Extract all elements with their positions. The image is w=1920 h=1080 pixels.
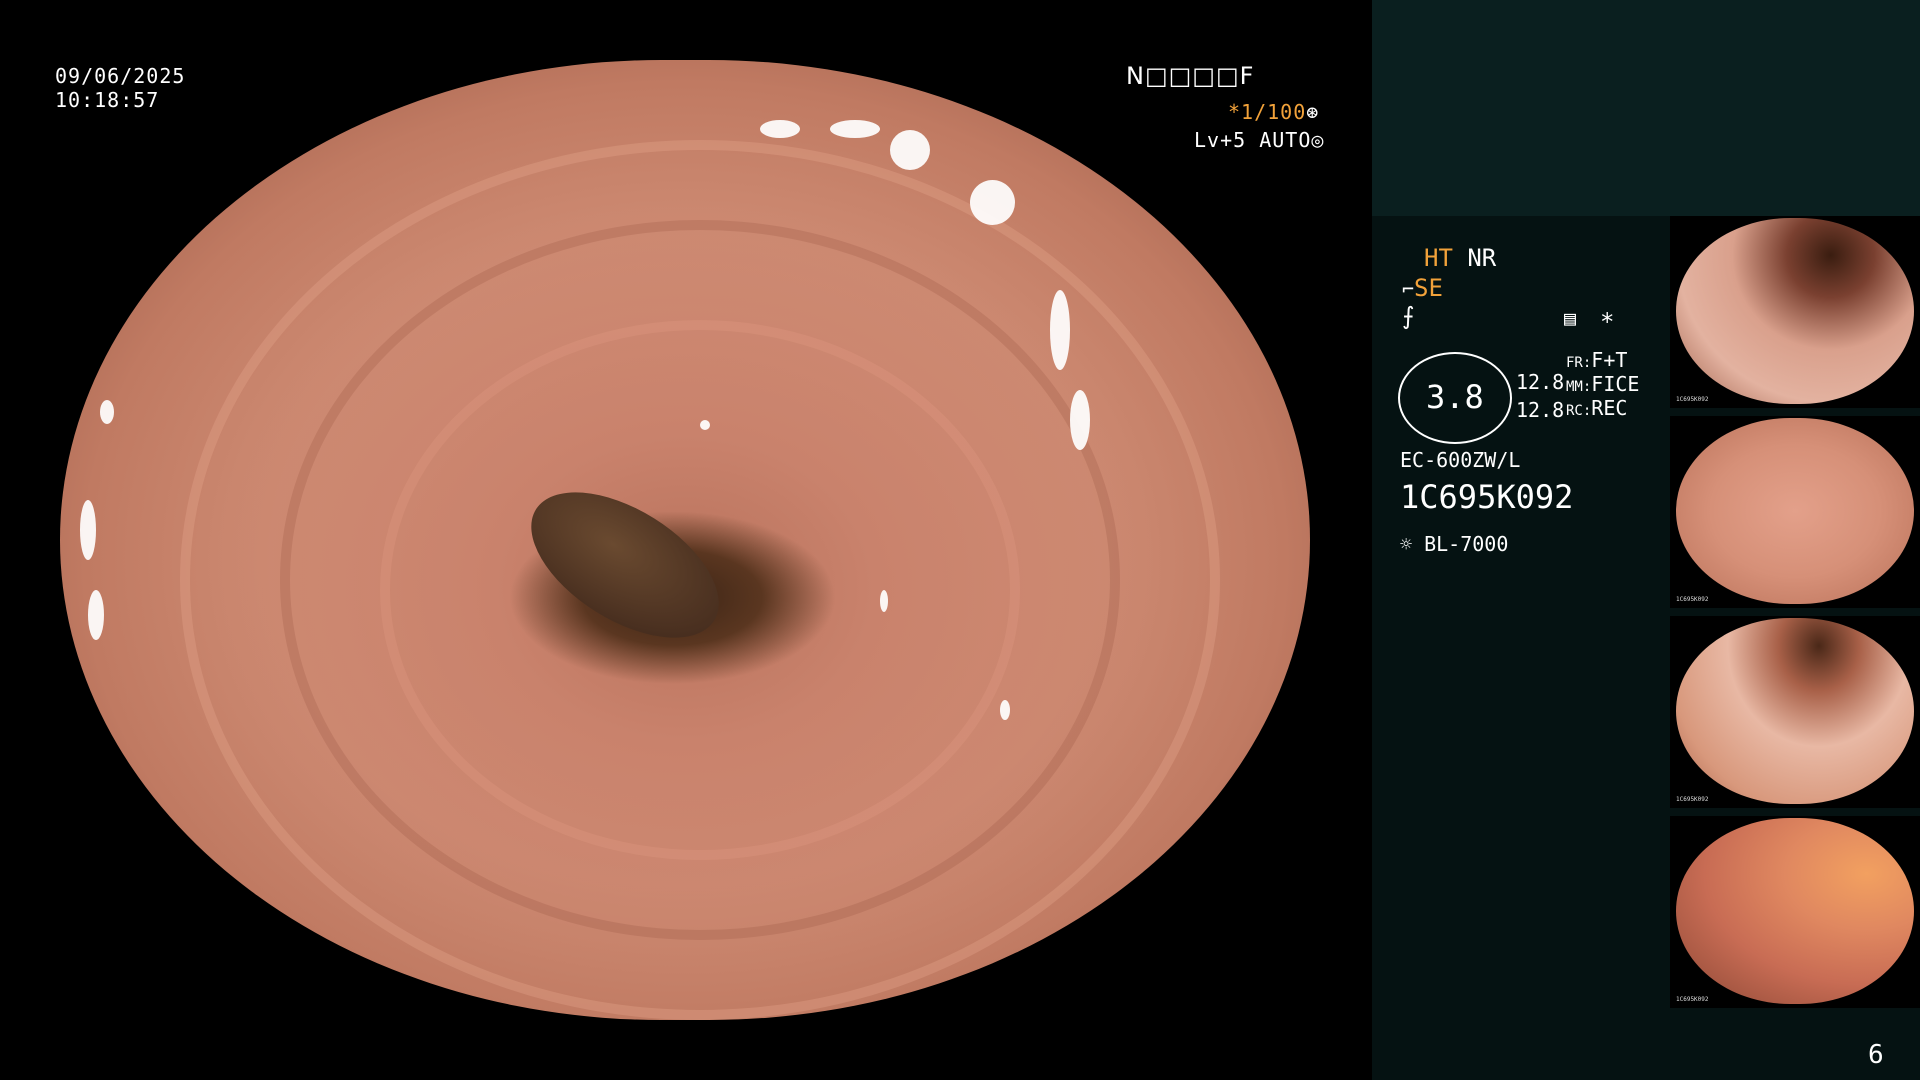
filter-icon: ⨍ bbox=[1402, 302, 1415, 330]
magnification-indicator: 3.8 bbox=[1398, 352, 1512, 444]
mm-value: FICE bbox=[1591, 372, 1640, 396]
se-text: SE bbox=[1414, 274, 1443, 302]
star-label: * bbox=[1600, 308, 1615, 336]
thumbnail-3[interactable]: 1C695K092 bbox=[1670, 616, 1920, 808]
specular-highlight bbox=[700, 420, 710, 430]
specular-highlight bbox=[80, 500, 96, 560]
thumbnail-serial: 1C695K092 bbox=[1676, 996, 1709, 1003]
rc-row: RC:REC bbox=[1566, 396, 1627, 420]
specular-highlight bbox=[890, 130, 930, 170]
mm-label: MM: bbox=[1566, 379, 1592, 395]
side-panel: HT NR ⌐SE ⨍ ▤ * 3.8 12.8 12.8 FR:F+T MM:… bbox=[1372, 0, 1920, 1080]
specular-highlight bbox=[880, 590, 888, 612]
thumbnail-serial: 1C695K092 bbox=[1676, 796, 1709, 803]
specular-highlight bbox=[760, 120, 800, 138]
fr-label: FR: bbox=[1566, 355, 1592, 371]
value-two: 12.8 bbox=[1516, 398, 1565, 422]
thumbnail-image bbox=[1676, 818, 1914, 1004]
rc-label: RC: bbox=[1566, 403, 1592, 419]
ht-text: HT bbox=[1424, 244, 1453, 272]
thumbnail-image bbox=[1676, 418, 1914, 604]
nr-text: NR bbox=[1467, 244, 1497, 272]
specular-highlight bbox=[1070, 390, 1090, 450]
scope-serial: 1C695K092 bbox=[1400, 478, 1574, 516]
shutter-value: *1/100 bbox=[1228, 100, 1307, 124]
level-value: Lv+5 bbox=[1194, 128, 1247, 152]
thumbnail-1[interactable]: 1C695K092 bbox=[1670, 216, 1920, 408]
thumbnail-image bbox=[1676, 218, 1914, 404]
aperture-icon: ◎ bbox=[1311, 128, 1325, 152]
light-source-value: BL-7000 bbox=[1424, 532, 1509, 556]
rc-value: REC bbox=[1591, 396, 1628, 420]
scope-model: EC-600ZW/L bbox=[1400, 448, 1521, 472]
level-exposure: Lv+5 AUTO◎ bbox=[1194, 126, 1324, 154]
sun-icon: ☼ bbox=[1400, 532, 1413, 556]
thumbnail-image bbox=[1676, 618, 1914, 804]
light-source: ☼ BL-7000 bbox=[1400, 532, 1508, 556]
fr-value: F+T bbox=[1591, 348, 1628, 372]
side-panel-header bbox=[1372, 0, 1920, 216]
mm-row: MM:FICE bbox=[1566, 372, 1639, 396]
thumbnail-4[interactable]: 1C695K092 bbox=[1670, 816, 1920, 1008]
specular-highlight bbox=[970, 180, 1015, 225]
value-one: 12.8 bbox=[1516, 370, 1565, 394]
thumbnail-serial: 1C695K092 bbox=[1676, 596, 1709, 603]
specular-highlight bbox=[88, 590, 104, 640]
endoscope-view bbox=[60, 60, 1310, 1020]
ht-label: HT NR bbox=[1424, 244, 1496, 272]
mode-code: N□□□□F bbox=[1126, 62, 1255, 90]
gear-icon: ⊛ bbox=[1306, 100, 1320, 124]
time-label: 10:18:57 bbox=[55, 88, 160, 112]
exposure-value: AUTO bbox=[1259, 128, 1312, 152]
specular-highlight bbox=[1000, 700, 1010, 720]
shutter-speed: *1/100⊛ bbox=[1228, 98, 1319, 126]
thumbnail-serial: 1C695K092 bbox=[1676, 396, 1709, 403]
page-number: 6 bbox=[1868, 1040, 1884, 1070]
specular-highlight bbox=[1050, 290, 1070, 370]
specular-highlight bbox=[100, 400, 114, 424]
magnification-value: 3.8 bbox=[1426, 378, 1484, 416]
thumbnail-2[interactable]: 1C695K092 bbox=[1670, 416, 1920, 608]
fr-row: FR:F+T bbox=[1566, 348, 1627, 372]
se-label: ⌐SE bbox=[1402, 274, 1443, 302]
specular-highlight bbox=[830, 120, 880, 138]
menu-icon: ▤ bbox=[1564, 306, 1577, 330]
structure-icon: ⌐ bbox=[1402, 277, 1415, 301]
